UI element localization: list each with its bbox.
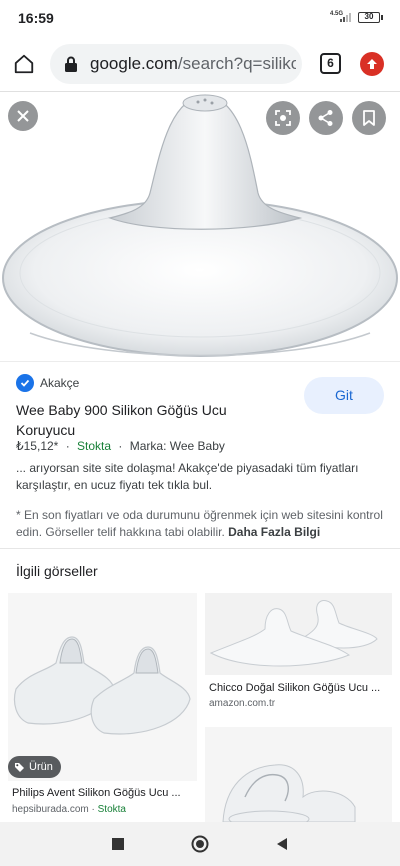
price-row: ₺15,12* · Stokta · Marka: Wee Baby <box>16 439 225 453</box>
recents-button[interactable] <box>108 834 128 854</box>
home-button[interactable] <box>10 50 38 78</box>
disclaimer-text: * En son fiyatları ve oda durumunu öğren… <box>16 508 383 539</box>
tag-icon <box>15 762 24 772</box>
url-host: google.com <box>90 54 178 73</box>
url-text: google.com/search?q=silikon <box>90 54 296 74</box>
product-badge: Ürün <box>8 756 61 778</box>
verified-icon <box>16 374 34 392</box>
battery-level: 30 <box>364 12 374 21</box>
related-card-title: Philips Avent Silikon Göğüs Ucu ... <box>12 787 181 799</box>
related-card[interactable]: Chicco Doğal Silikon Göğüs Ucu ... amazo… <box>205 593 392 719</box>
tab-switcher-button[interactable]: 6 <box>320 53 341 74</box>
product-title[interactable]: Wee Baby 900 Silikon Göğüs Ucu Koruyucu <box>16 400 276 440</box>
related-card-source: hepsiburada.com · Stokta <box>12 804 126 815</box>
brand: Marka: Wee Baby <box>129 439 225 453</box>
browser-toolbar: google.com/search?q=silikon 6 <box>0 36 400 92</box>
share-icon <box>318 110 333 126</box>
system-nav-bar <box>0 822 400 866</box>
status-time: 16:59 <box>18 10 54 26</box>
bookmark-button[interactable] <box>352 101 386 135</box>
source-row[interactable]: Akakçe <box>16 374 79 392</box>
home-icon <box>14 54 34 74</box>
lens-icon <box>275 110 291 126</box>
update-icon <box>367 59 377 69</box>
lens-button[interactable] <box>266 101 300 135</box>
close-button[interactable] <box>8 101 38 131</box>
close-icon <box>17 110 29 122</box>
home-nav-button[interactable] <box>190 834 210 854</box>
source-domain: hepsiburada.com <box>12 804 89 815</box>
battery-icon: 30 <box>358 12 383 23</box>
separator: · <box>65 439 70 453</box>
product-image <box>13 636 191 735</box>
source-name: Akakçe <box>40 376 80 390</box>
status-bar: 16:59 4.5G 30 <box>0 0 400 36</box>
separator: · <box>91 804 95 815</box>
description: ... arıyorsan site site dolaşma! Akakçe'… <box>16 461 359 492</box>
badge-label: Ürün <box>29 761 53 773</box>
result-image[interactable] <box>0 93 400 360</box>
divider <box>0 548 400 549</box>
related-image <box>205 727 392 822</box>
recents-icon <box>112 838 124 850</box>
result-details: Akakçe Git Wee Baby 900 Silikon Göğüs Uc… <box>0 361 400 546</box>
visit-button[interactable]: Git <box>304 377 384 414</box>
related-image <box>205 593 392 675</box>
related-card[interactable]: Philips Avent Silikon Göğüs Ucu ... heps… <box>8 593 197 822</box>
more-info-link[interactable]: Daha Fazla Bilgi <box>228 525 320 539</box>
separator: · <box>118 439 123 453</box>
share-button[interactable] <box>309 101 343 135</box>
lock-icon <box>65 56 77 72</box>
related-title: İlgili görseller <box>16 563 98 579</box>
product-image <box>2 94 398 357</box>
home-nav-icon <box>191 835 209 853</box>
signal-icon <box>340 13 351 22</box>
product-image <box>209 600 378 667</box>
related-card-source: amazon.com.tr <box>209 698 276 709</box>
related-card-title: Chicco Doğal Silikon Göğüs Ucu ... <box>209 682 381 694</box>
product-image <box>222 764 356 822</box>
tab-count: 6 <box>327 56 334 70</box>
bookmark-icon <box>363 110 375 126</box>
url-path: /search?q=silikon <box>177 54 296 73</box>
stock-status: Stokta <box>97 804 126 815</box>
stock-status: Stokta <box>77 439 112 453</box>
back-button[interactable] <box>272 834 292 854</box>
disclaimer: * En son fiyatları ve oda durumunu öğren… <box>16 507 388 541</box>
price: ₺15,12* <box>16 439 59 453</box>
related-image <box>8 593 197 781</box>
update-button[interactable] <box>360 52 384 76</box>
back-icon <box>277 838 287 850</box>
url-bar[interactable]: google.com/search?q=silikon <box>50 44 302 84</box>
related-card[interactable] <box>205 727 392 822</box>
